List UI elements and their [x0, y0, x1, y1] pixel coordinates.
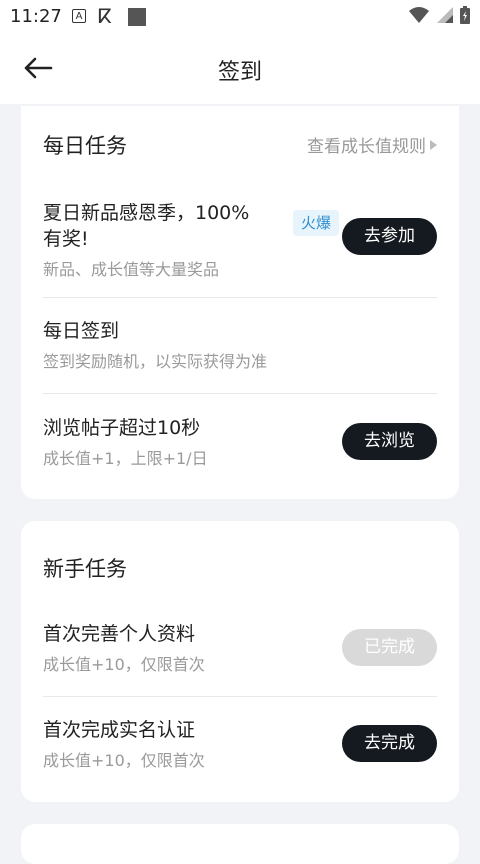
- divider: [43, 393, 437, 394]
- task-daily-checkin: 每日签到 签到奖励随机，以实际获得为准: [43, 318, 437, 372]
- task-name: 每日签到: [43, 320, 120, 342]
- page-title: 签到: [217, 60, 262, 85]
- task-desc: 新品、成长值等大量奖品: [43, 260, 220, 279]
- join-button[interactable]: 去参加: [342, 218, 437, 255]
- next-card: [21, 824, 459, 864]
- browse-button[interactable]: 去浏览: [342, 423, 437, 460]
- app-bar: 签到: [0, 34, 480, 104]
- status-bar: 11:27 A ⴽ: [0, 0, 480, 34]
- divider: [43, 696, 437, 697]
- battery-icon: [460, 6, 470, 24]
- growth-rules-label: 查看成长值规则: [307, 137, 426, 157]
- completed-button: 已完成: [342, 629, 437, 666]
- keyboard-a-icon: A: [72, 9, 86, 23]
- signal-icon: [437, 7, 453, 23]
- notification-square-icon: [128, 8, 146, 26]
- daily-tasks-title: 每日任务: [43, 134, 127, 158]
- bug-icon: ⴽ: [98, 4, 112, 28]
- status-time: 11:27: [10, 6, 62, 27]
- status-icons: [408, 6, 470, 24]
- wifi-icon: [409, 7, 429, 23]
- task-desc: 签到奖励随机，以实际获得为准: [43, 352, 268, 371]
- complete-button[interactable]: 去完成: [342, 725, 437, 762]
- hot-badge: 火爆: [293, 210, 340, 236]
- divider: [43, 297, 437, 298]
- daily-tasks-card: 每日任务 查看成长值规则 夏日新品感恩季，100% 有奖! 新品、成长值等大量奖…: [21, 106, 459, 499]
- growth-rules-link[interactable]: 查看成长值规则: [307, 132, 437, 157]
- newbie-tasks-card: 新手任务 首次完善个人资料 成长值+10，仅限首次 已完成 首次完成实名认证 成…: [21, 521, 459, 802]
- triangle-right-icon: [430, 139, 437, 150]
- newbie-tasks-title: 新手任务: [43, 557, 127, 581]
